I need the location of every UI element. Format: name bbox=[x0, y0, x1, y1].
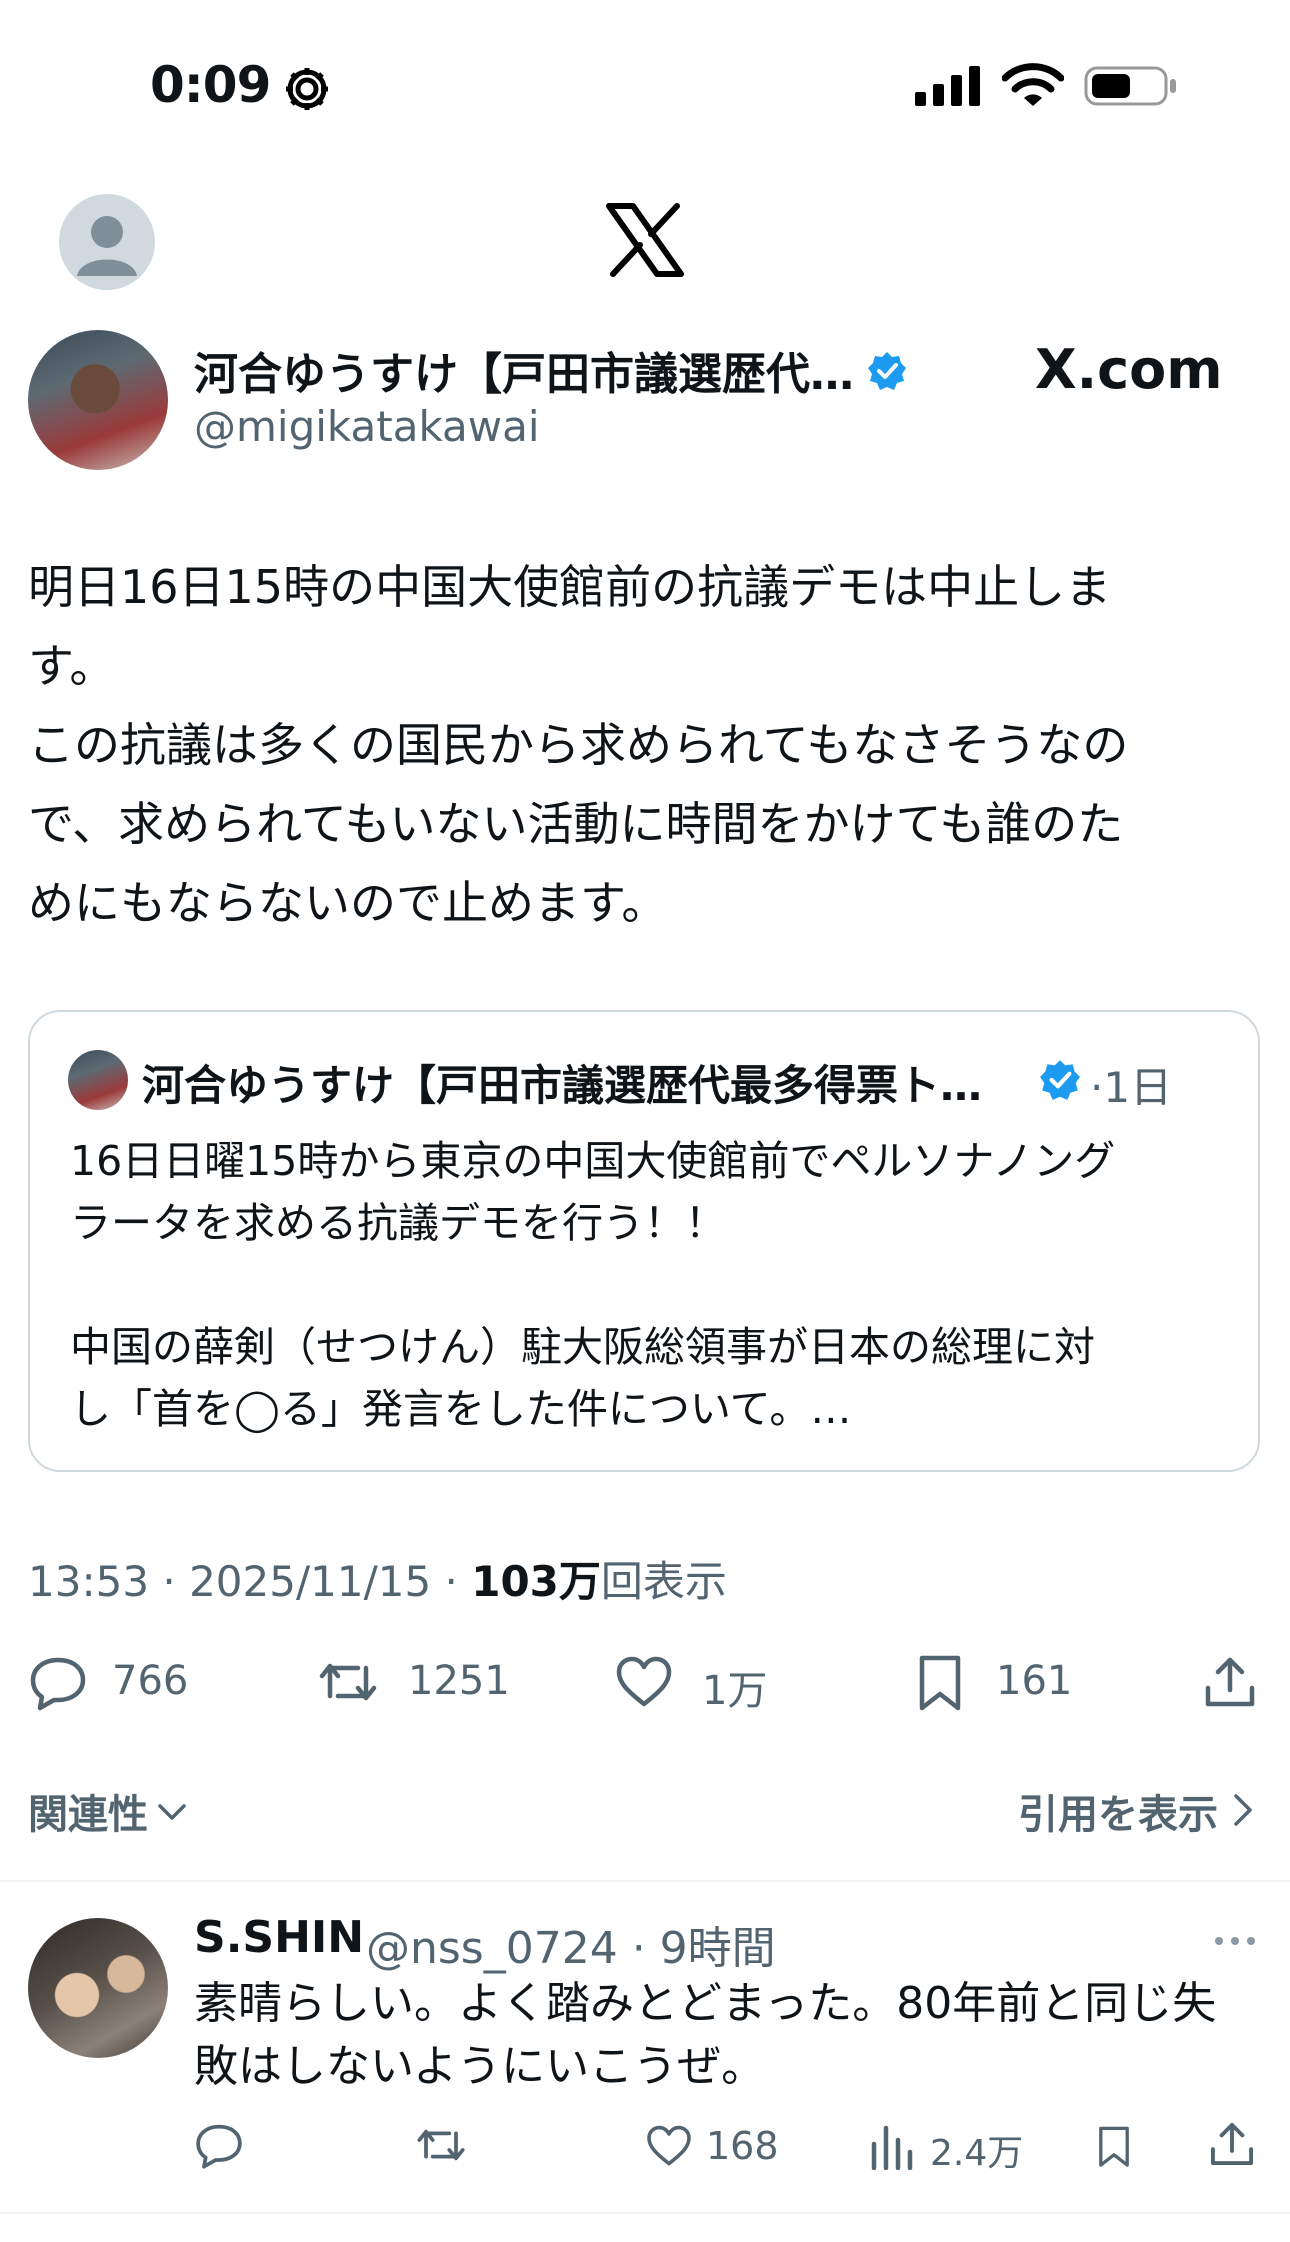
profile-avatar-button[interactable] bbox=[59, 194, 155, 290]
reply-text: 素晴らしい。よく踏みとどまった。80年前と同じ失 敗はしないようにいこうぜ。 bbox=[194, 1978, 1217, 2092]
quote-author-name: 河合ゆうすけ【戸田市議選歴代最多得票ト… bbox=[142, 1061, 983, 1110]
battery-icon bbox=[1084, 66, 1176, 106]
cellular-signal-icon bbox=[915, 66, 980, 106]
chevron-down-icon[interactable] bbox=[156, 1796, 188, 1828]
x-logo-icon[interactable] bbox=[605, 200, 685, 280]
repost-icon[interactable] bbox=[414, 2120, 468, 2170]
divider bbox=[0, 2212, 1290, 2214]
analytics-icon[interactable] bbox=[870, 2122, 914, 2170]
author-handle[interactable]: @migikatakawai bbox=[194, 402, 540, 451]
tweet-text: 明日16日15時の中国大使館前の抗議デモは中止しま す。 この抗議は多くの国民か… bbox=[28, 560, 1129, 930]
status-time: 0:09 bbox=[150, 56, 271, 114]
gear-icon bbox=[286, 68, 328, 110]
chevron-right-icon[interactable] bbox=[1228, 1790, 1258, 1830]
bookmark-count: 161 bbox=[996, 1658, 1073, 1704]
share-icon[interactable] bbox=[1200, 1652, 1260, 1712]
reply-author-name[interactable]: S.SHIN bbox=[194, 1912, 364, 1963]
share-icon[interactable] bbox=[1206, 2118, 1258, 2170]
bookmark-icon[interactable] bbox=[910, 1652, 970, 1712]
sort-dropdown[interactable]: 関連性 bbox=[28, 1782, 148, 1840]
like-icon[interactable] bbox=[614, 1652, 674, 1712]
repost-icon[interactable] bbox=[318, 1652, 378, 1712]
divider bbox=[0, 1880, 1290, 1882]
tweet-meta: 13:53 · 2025/11/15 · 103万回表示 bbox=[28, 1548, 727, 1609]
quote-author-avatar bbox=[68, 1050, 128, 1110]
author-avatar[interactable] bbox=[28, 330, 168, 470]
views-label: 回表示 bbox=[600, 1557, 727, 1606]
default-avatar-icon bbox=[77, 216, 137, 276]
quote-text: 16日日曜15時から東京の中国大使館前でペルソナノング ラータを求める抗議デモを… bbox=[70, 1137, 1116, 1433]
like-icon[interactable] bbox=[644, 2122, 694, 2170]
author-name[interactable]: 河合ゆうすけ【戸田市議選歴代… bbox=[194, 338, 854, 402]
wifi-icon bbox=[1002, 63, 1064, 106]
tweet-timestamp: 13:53 · 2025/11/15 · bbox=[28, 1557, 472, 1606]
reply-icon[interactable] bbox=[28, 1652, 88, 1712]
view-quotes-link[interactable]: 引用を表示 bbox=[1018, 1782, 1218, 1840]
reply-count: 766 bbox=[112, 1658, 189, 1704]
quote-timestamp: ·1日 bbox=[1090, 1063, 1173, 1112]
reply-like-count: 168 bbox=[706, 2124, 779, 2168]
reply-handle-time: @nss_0724 · 9時間 bbox=[366, 1923, 776, 1974]
reply-author-avatar[interactable] bbox=[28, 1918, 168, 2058]
like-count: 1万 bbox=[702, 1668, 768, 1714]
verified-badge-icon bbox=[868, 352, 906, 390]
bookmark-icon[interactable] bbox=[1092, 2120, 1136, 2172]
views-count[interactable]: 103万 bbox=[471, 1557, 601, 1606]
reply-icon[interactable] bbox=[194, 2120, 244, 2170]
xcom-watermark: X.com bbox=[1035, 338, 1223, 401]
verified-badge-icon bbox=[1040, 1060, 1080, 1100]
more-options-icon[interactable] bbox=[1212, 1924, 1258, 1958]
repost-count: 1251 bbox=[408, 1658, 510, 1704]
reply-view-count: 2.4万 bbox=[930, 2133, 1024, 2174]
